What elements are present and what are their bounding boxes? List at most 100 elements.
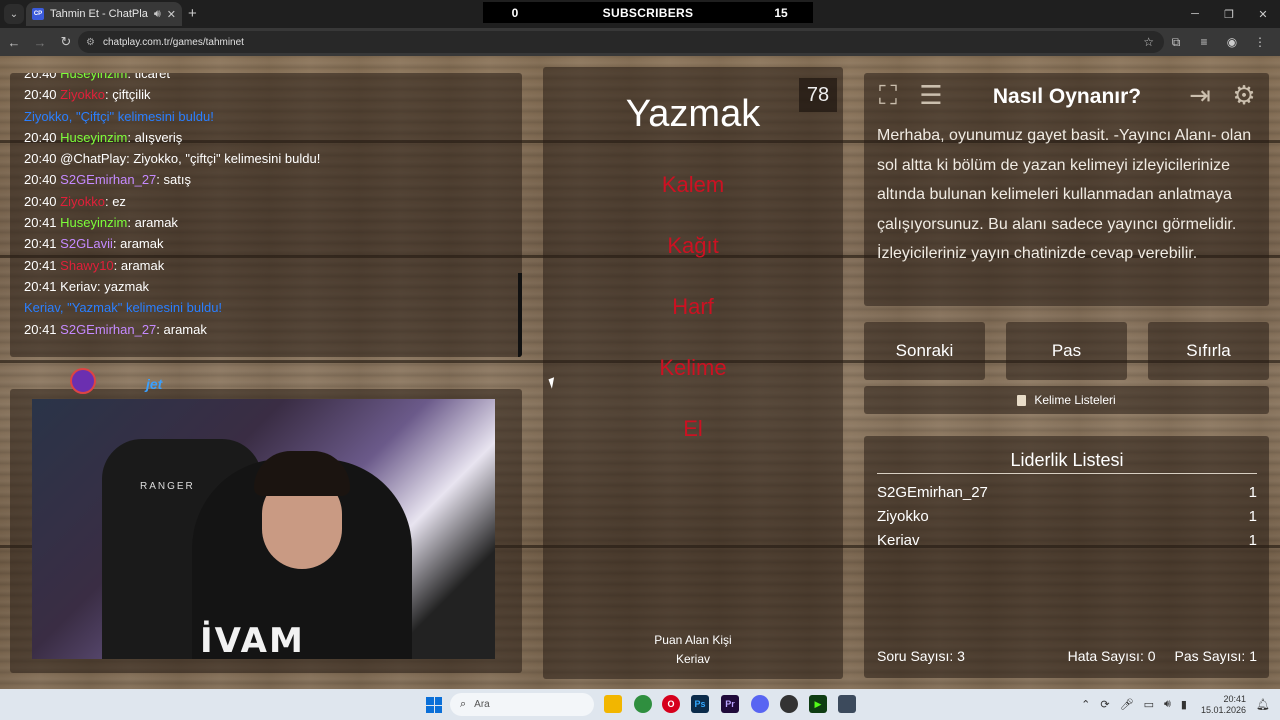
toolbar-actions: ⧉ ≡ ◉ ⋮ bbox=[1162, 28, 1274, 56]
chat-username[interactable]: Keriav bbox=[60, 279, 97, 294]
minimize-icon[interactable]: ─ bbox=[1178, 0, 1212, 28]
leaderboard-score: 1 bbox=[1248, 508, 1257, 525]
word-lists-label: Kelime Listeleri bbox=[1034, 393, 1116, 407]
window-controls: ─ ❐ ✕ bbox=[1178, 0, 1280, 28]
extensions-icon[interactable]: ⧉ bbox=[1162, 35, 1190, 50]
notification-icon[interactable]: 🔔︎ bbox=[1256, 698, 1270, 711]
chat-text: : aramak bbox=[113, 257, 165, 273]
chat-message: 20:40 Ziyokko: ez bbox=[24, 191, 508, 212]
chat-time: 20:40 bbox=[24, 73, 57, 81]
battery-icon[interactable]: ▮ bbox=[1181, 698, 1187, 711]
howto-title: Nasıl Oynanır? bbox=[992, 85, 1142, 108]
restore-icon[interactable]: ❐ bbox=[1212, 0, 1246, 28]
taskbar-search[interactable]: ⌕ Ara bbox=[450, 693, 594, 716]
next-button[interactable]: Sonraki bbox=[864, 322, 985, 380]
tab-strip: ⌄ CP Tahmin Et - ChatPlay 🔊︎ ✕ + 0 SUBSC… bbox=[0, 0, 1280, 28]
target-word: Yazmak bbox=[625, 93, 761, 135]
chat-username[interactable]: S2GLavii bbox=[60, 236, 113, 251]
gear-icon[interactable]: ⚙ bbox=[1227, 78, 1261, 112]
chat-time: 20:41 bbox=[24, 278, 57, 294]
leaderboard-row: Keriav 1 bbox=[877, 532, 1257, 549]
chat-username[interactable]: Shawy10 bbox=[60, 258, 113, 273]
chat-message: 20:41 S2GLavii: aramak bbox=[24, 233, 508, 254]
chrome-icon[interactable] bbox=[634, 695, 652, 713]
chat-panel: 20:40 Huseyinzim: ticaret 20:40 Ziyokko: … bbox=[10, 73, 522, 357]
forward-icon[interactable]: → bbox=[28, 35, 52, 50]
photoshop-icon[interactable]: Ps bbox=[691, 695, 709, 713]
new-tab-button[interactable]: + bbox=[188, 5, 197, 22]
media-controls-icon[interactable]: ≡ bbox=[1190, 35, 1218, 49]
premiere-icon[interactable]: Pr bbox=[721, 695, 739, 713]
chat-time: 20:40 bbox=[24, 87, 57, 103]
clock-date: 15.01.2026 bbox=[1200, 704, 1247, 715]
forbidden-word: Kalem bbox=[661, 172, 725, 197]
url-text: chatplay.com.tr/games/tahminet bbox=[102, 36, 244, 48]
chat-username[interactable]: Huseyinzim bbox=[60, 130, 127, 145]
subscribers-start: 0 bbox=[511, 5, 519, 20]
chat-message: Keriav, "Yazmak" kelimesini buldu! bbox=[24, 297, 508, 318]
chat-message: 20:41 Huseyinzim: aramak bbox=[24, 212, 508, 233]
windows-taskbar: ⌕ Ara O Ps Pr ▶ ⌃ ⟳ 🎤︎ ▭ 🔊︎ ▮ 20:41 15.0… bbox=[0, 689, 1280, 720]
microphone-icon[interactable]: 🎤︎ bbox=[1120, 698, 1134, 711]
chat-username[interactable]: Huseyinzim bbox=[60, 73, 127, 81]
chat-username[interactable]: Keriav, "Yazmak" kelimesini buldu! bbox=[24, 300, 222, 315]
chat-time: 20:41 bbox=[24, 321, 57, 337]
reset-button[interactable]: Sıfırla bbox=[1148, 322, 1269, 380]
browser-tab[interactable]: CP Tahmin Et - ChatPlay 🔊︎ ✕ bbox=[26, 2, 182, 26]
chair-logo-text: RANGER bbox=[140, 481, 195, 492]
tray-chevron-icon[interactable]: ⌃ bbox=[1081, 698, 1090, 711]
bookmark-star-icon[interactable]: ☆ bbox=[1143, 35, 1154, 49]
volume-icon[interactable]: 🔊︎ bbox=[1164, 698, 1171, 711]
file-explorer-icon[interactable] bbox=[604, 695, 622, 713]
exit-icon[interactable]: ⇥ bbox=[1183, 78, 1217, 112]
opera-icon[interactable]: O bbox=[662, 695, 680, 713]
chat-username[interactable]: Ziyokko, "Çiftçi" kelimesini buldu! bbox=[24, 109, 214, 124]
back-icon[interactable]: ← bbox=[2, 35, 26, 50]
chat-message: 20:40 S2GEmirhan_27: satış bbox=[24, 169, 508, 190]
profile-avatar-icon[interactable]: ◉ bbox=[1218, 35, 1246, 49]
book-icon bbox=[1017, 394, 1027, 406]
close-window-icon[interactable]: ✕ bbox=[1246, 0, 1280, 28]
fullscreen-icon[interactable]: ⛶ bbox=[871, 78, 905, 112]
leaderboard-name: Keriav bbox=[877, 532, 920, 549]
pass-button[interactable]: Pas bbox=[1006, 322, 1127, 380]
tab-search-button[interactable]: ⌄ bbox=[4, 4, 24, 24]
chat-message: 20:40 Huseyinzim: ticaret bbox=[24, 73, 508, 84]
browser-menu-icon[interactable]: ⋮ bbox=[1246, 35, 1274, 49]
app-icon[interactable] bbox=[838, 695, 856, 713]
forbidden-word: Kağıt bbox=[667, 233, 719, 258]
chat-username[interactable]: @ChatPlay bbox=[60, 151, 126, 166]
chat-username[interactable]: S2GEmirhan_27 bbox=[60, 172, 156, 187]
sponsor-logo-text: jet bbox=[146, 376, 163, 392]
reload-icon[interactable]: ↻ bbox=[54, 34, 78, 50]
chat-scrollbar[interactable] bbox=[518, 273, 522, 357]
address-bar[interactable]: ⚙ chatplay.com.tr/games/tahminet ☆ bbox=[78, 31, 1164, 53]
chat-username[interactable]: Ziyokko bbox=[60, 194, 105, 209]
close-tab-icon[interactable]: ✕ bbox=[167, 8, 176, 21]
windows-icon[interactable] bbox=[426, 697, 442, 713]
chat-username[interactable]: Ziyokko bbox=[60, 87, 105, 102]
search-icon: ⌕ bbox=[460, 698, 467, 710]
kick-icon[interactable]: ▶ bbox=[809, 695, 827, 713]
chat-message: 20:41 S2GEmirhan_27: aramak bbox=[24, 319, 508, 340]
chat-message: 20:40 Ziyokko: çiftçilik bbox=[24, 84, 508, 105]
obs-icon[interactable] bbox=[780, 695, 798, 713]
clock-time: 20:41 bbox=[1223, 693, 1247, 704]
chat-message: Ziyokko, "Çiftçi" kelimesini buldu! bbox=[24, 106, 508, 127]
sync-icon[interactable]: ⟳ bbox=[1100, 698, 1109, 711]
word-lists-button[interactable]: Kelime Listeleri bbox=[864, 386, 1269, 414]
chat-time: 20:40 bbox=[24, 193, 57, 209]
clock[interactable]: 20:41 15.01.2026 bbox=[1201, 694, 1246, 716]
leaderboard-row: Ziyokko 1 bbox=[877, 508, 1257, 525]
sponsor-logo: jet bbox=[146, 376, 162, 392]
chat-username[interactable]: Huseyinzim bbox=[60, 215, 127, 230]
speaker-icon[interactable]: 🔊︎ bbox=[154, 8, 161, 21]
notes-icon[interactable]: ☰ bbox=[914, 78, 948, 112]
chat-username[interactable]: S2GEmirhan_27 bbox=[60, 322, 156, 337]
site-info-icon[interactable]: ⚙ bbox=[86, 37, 95, 48]
chat-text: : aramak bbox=[112, 236, 164, 252]
discord-icon[interactable] bbox=[751, 695, 769, 713]
chat-text: : satış bbox=[156, 172, 191, 188]
network-icon[interactable]: ▭ bbox=[1144, 698, 1154, 711]
subscribers-label: SUBSCRIBERS bbox=[602, 5, 694, 20]
